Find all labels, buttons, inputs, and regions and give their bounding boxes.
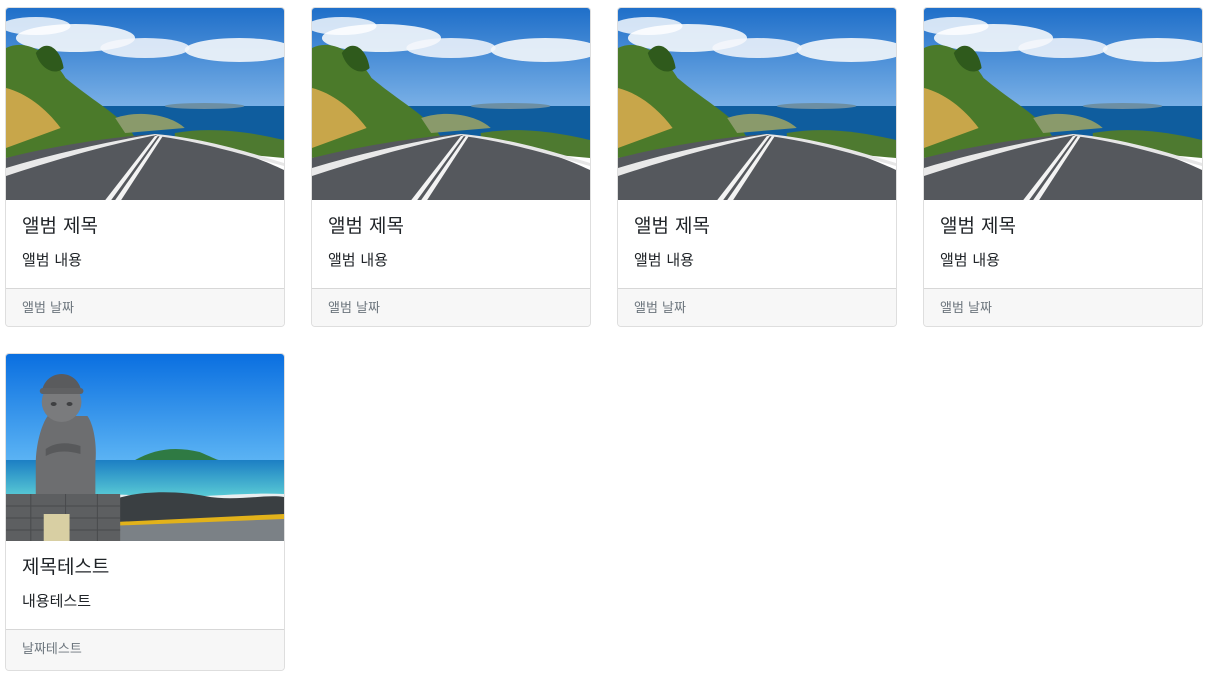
card-title: 앨범 제목 <box>328 215 404 237</box>
album-card[interactable]: 앨범 제목 앨범 내용 앨범 날짜 <box>923 7 1203 327</box>
album-grid: 앨범 제목 앨범 내용 앨범 날짜 앨범 제목 앨범 내용 앨범 날짜 앨범 제… <box>0 0 1212 681</box>
card-title: 앨범 제목 <box>22 215 98 237</box>
album-image[interactable] <box>6 354 284 541</box>
card-footer: 앨범 날짜 <box>924 288 1202 326</box>
album-card[interactable]: 앨범 제목 앨범 내용 앨범 날짜 <box>311 7 591 327</box>
card-body: 제목테스트 내용테스트 <box>6 541 284 629</box>
card-text: 내용테스트 <box>22 592 92 610</box>
card-date: 앨범 날짜 <box>328 301 380 316</box>
card-date: 앨범 날짜 <box>634 301 686 316</box>
card-body: 앨범 제목 앨범 내용 <box>6 200 284 288</box>
card-footer: 앨범 날짜 <box>618 288 896 326</box>
card-text: 앨범 내용 <box>634 251 694 269</box>
card-body: 앨범 제목 앨범 내용 <box>618 200 896 288</box>
album-card[interactable]: 제목테스트 내용테스트 날짜테스트 <box>5 353 285 671</box>
card-title: 제목테스트 <box>22 556 110 578</box>
album-card[interactable]: 앨범 제목 앨범 내용 앨범 날짜 <box>5 7 285 327</box>
card-date: 앨범 날짜 <box>940 301 992 316</box>
card-footer: 앨범 날짜 <box>6 288 284 326</box>
card-text: 앨범 내용 <box>328 251 388 269</box>
album-card[interactable]: 앨범 제목 앨범 내용 앨범 날짜 <box>617 7 897 327</box>
card-footer: 날짜테스트 <box>6 629 284 670</box>
card-body: 앨범 제목 앨범 내용 <box>312 200 590 288</box>
album-image[interactable] <box>924 8 1202 200</box>
album-image[interactable] <box>312 8 590 200</box>
card-footer: 앨범 날짜 <box>312 288 590 326</box>
card-title: 앨범 제목 <box>634 215 710 237</box>
album-image[interactable] <box>618 8 896 200</box>
card-title: 앨범 제목 <box>940 215 1016 237</box>
card-text: 앨범 내용 <box>940 251 1000 269</box>
card-text: 앨범 내용 <box>22 251 82 269</box>
album-image[interactable] <box>6 8 284 200</box>
card-date: 앨범 날짜 <box>22 301 74 316</box>
card-body: 앨범 제목 앨범 내용 <box>924 200 1202 288</box>
card-date: 날짜테스트 <box>22 642 82 657</box>
